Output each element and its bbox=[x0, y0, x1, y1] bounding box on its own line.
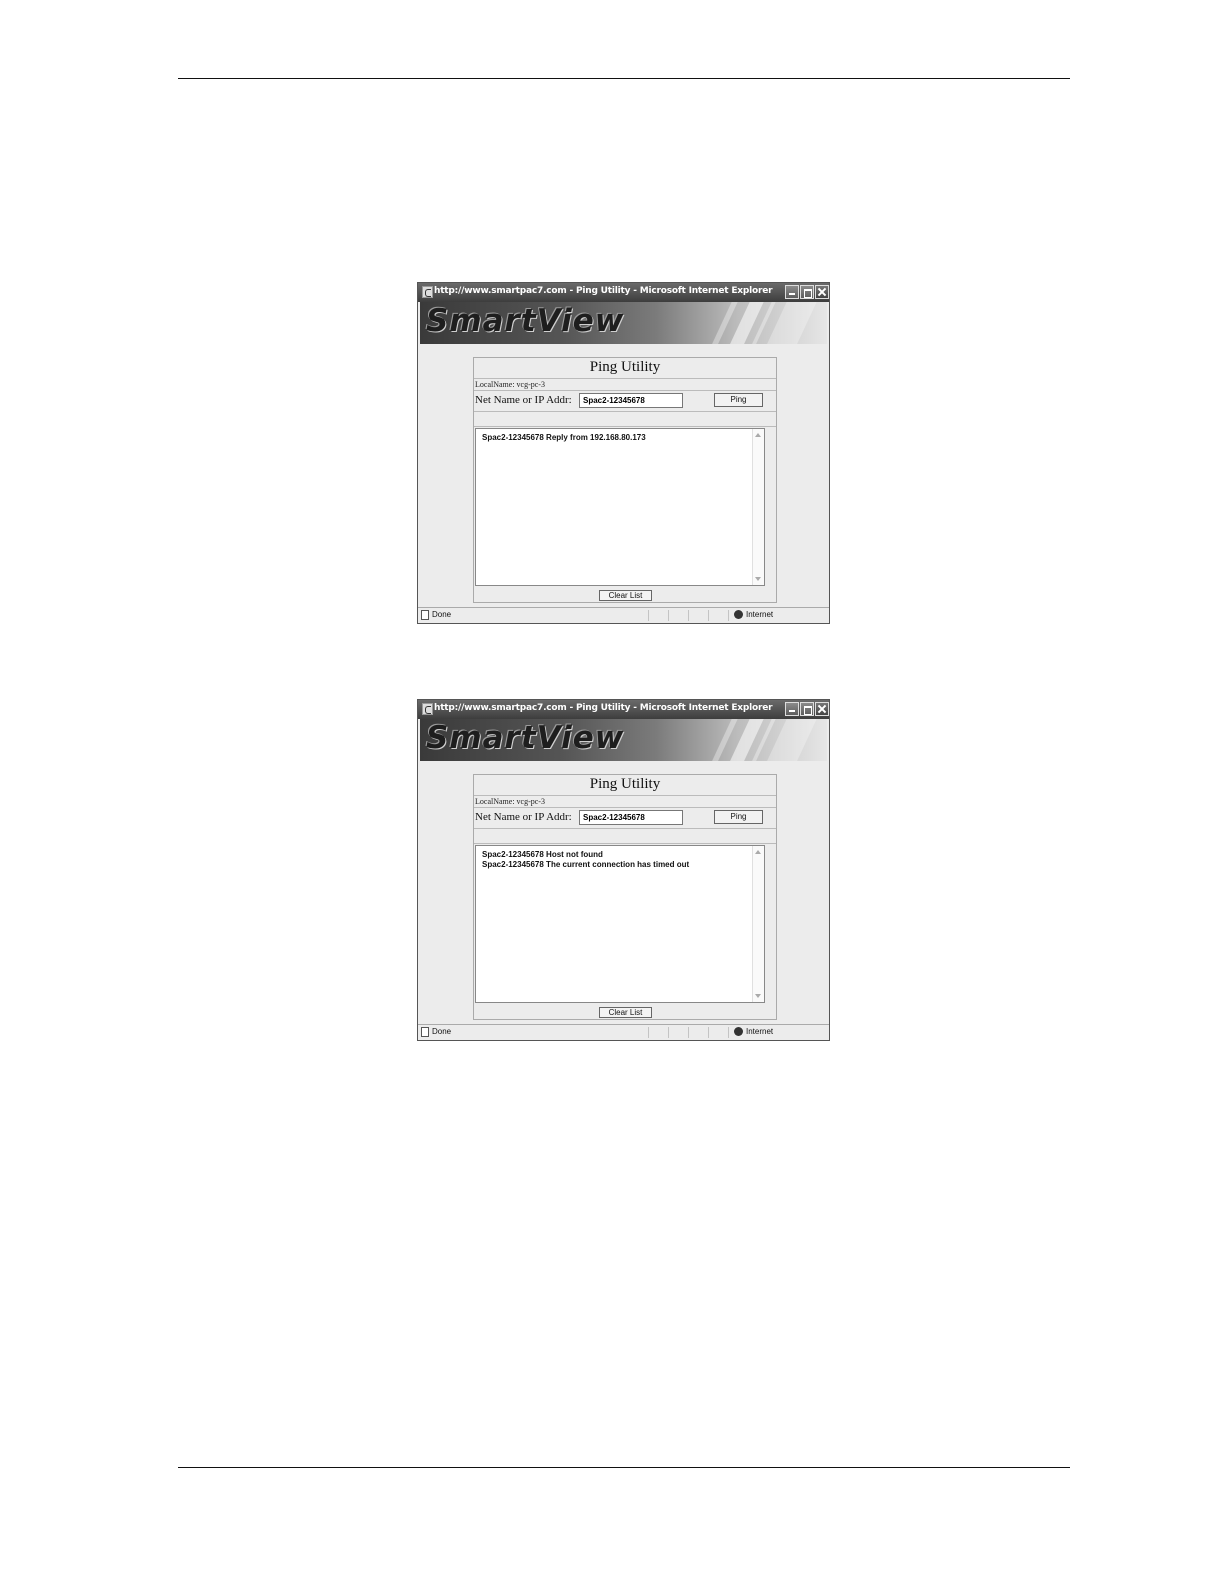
local-name: LocalName: vcg-pc-3 bbox=[475, 797, 545, 806]
scroll-down-icon[interactable] bbox=[755, 577, 761, 581]
maximize-icon[interactable] bbox=[800, 285, 814, 299]
ping-button[interactable]: Ping bbox=[714, 393, 763, 407]
window-titlebar[interactable]: http://www.smartpac7.com - Ping Utility … bbox=[418, 700, 829, 719]
scroll-up-icon[interactable] bbox=[755, 850, 761, 854]
browser-window-ping-failure: http://www.smartpac7.com - Ping Utility … bbox=[417, 699, 830, 1041]
clear-list-button[interactable]: Clear List bbox=[599, 590, 652, 601]
result-line: Spac2-12345678 The current connection ha… bbox=[482, 860, 690, 869]
result-line: Spac2-12345678 Reply from 192.168.80.173 bbox=[482, 433, 646, 442]
globe-icon bbox=[734, 610, 743, 619]
ping-button[interactable]: Ping bbox=[714, 810, 763, 824]
ping-utility-panel: Ping Utility LocalName: vcg-pc-3 Net Nam… bbox=[473, 357, 777, 603]
zone-text: Internet bbox=[746, 1027, 774, 1036]
page-footer-rule bbox=[178, 1467, 1070, 1468]
scroll-down-icon[interactable] bbox=[755, 994, 761, 998]
browser-window-ping-success: http://www.smartpac7.com - Ping Utility … bbox=[417, 282, 830, 624]
net-name-label: Net Name or IP Addr: bbox=[475, 394, 572, 406]
window-title: http://www.smartpac7.com - Ping Utility … bbox=[434, 703, 773, 713]
results-scrollbar[interactable] bbox=[752, 846, 764, 1002]
window-title: http://www.smartpac7.com - Ping Utility … bbox=[434, 286, 773, 296]
panel-title: Ping Utility bbox=[589, 776, 661, 792]
net-name-label: Net Name or IP Addr: bbox=[475, 811, 572, 823]
results-list[interactable]: Spac2-12345678 Reply from 192.168.80.173 bbox=[475, 428, 765, 586]
ping-utility-panel: Ping Utility LocalName: vcg-pc-3 Net Nam… bbox=[473, 774, 777, 1020]
results-list[interactable]: Spac2-12345678 Host not found Spac2-1234… bbox=[475, 845, 765, 1003]
smartview-banner: SmartView bbox=[420, 302, 827, 344]
results-scrollbar[interactable] bbox=[752, 429, 764, 585]
close-icon[interactable] bbox=[815, 285, 829, 299]
ie-icon bbox=[422, 286, 433, 298]
zone-text: Internet bbox=[746, 610, 774, 619]
brand-logo: SmartView bbox=[426, 720, 625, 756]
globe-icon bbox=[734, 1027, 743, 1036]
status-text: Done bbox=[432, 610, 452, 619]
local-name: LocalName: vcg-pc-3 bbox=[475, 380, 545, 389]
scroll-up-icon[interactable] bbox=[755, 433, 761, 437]
panel-title: Ping Utility bbox=[589, 359, 661, 375]
clear-list-button[interactable]: Clear List bbox=[599, 1007, 652, 1018]
result-line: Spac2-12345678 Host not found bbox=[482, 850, 603, 859]
page-header-rule bbox=[178, 78, 1070, 79]
close-icon[interactable] bbox=[815, 702, 829, 716]
smartview-banner: SmartView bbox=[420, 719, 827, 761]
minimize-icon[interactable] bbox=[785, 702, 799, 716]
page-icon bbox=[421, 610, 429, 620]
net-name-input[interactable]: Spac2-12345678 bbox=[579, 810, 683, 825]
status-text: Done bbox=[432, 1027, 452, 1036]
maximize-icon[interactable] bbox=[800, 702, 814, 716]
status-bar: Done Internet bbox=[418, 607, 829, 623]
window-titlebar[interactable]: http://www.smartpac7.com - Ping Utility … bbox=[418, 283, 829, 302]
net-name-input[interactable]: Spac2-12345678 bbox=[579, 393, 683, 408]
ie-icon bbox=[422, 703, 433, 715]
minimize-icon[interactable] bbox=[785, 285, 799, 299]
status-bar: Done Internet bbox=[418, 1024, 829, 1040]
brand-logo: SmartView bbox=[426, 303, 625, 339]
page-icon bbox=[421, 1027, 429, 1037]
